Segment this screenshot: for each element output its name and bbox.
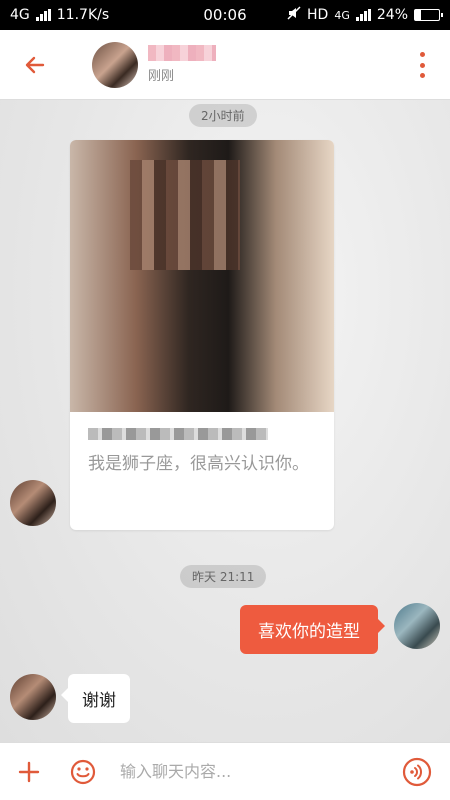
contact-status: 刚刚 bbox=[148, 69, 175, 84]
timestamp: 昨天 21:11 bbox=[180, 565, 267, 588]
plus-icon bbox=[18, 761, 40, 782]
contact-message-avatar[interactable] bbox=[10, 674, 56, 720]
signal-icon bbox=[35, 9, 51, 21]
network-speed: 11.7K/s bbox=[56, 7, 110, 23]
contact-message-bubble[interactable]: 谢谢 bbox=[61, 674, 130, 723]
contact-message-avatar[interactable] bbox=[10, 480, 56, 526]
card-intro-text: 我是狮子座，很高兴认识你。 bbox=[88, 454, 309, 474]
signal-icon-2 bbox=[355, 9, 371, 21]
my-message-bubble[interactable]: 喜欢你的造型 bbox=[240, 605, 385, 654]
smile-icon bbox=[70, 759, 96, 784]
more-dot-icon bbox=[419, 62, 425, 68]
network-type-2: 4G bbox=[334, 8, 350, 22]
caption-blurred bbox=[88, 428, 268, 440]
back-button[interactable] bbox=[0, 30, 70, 100]
arrow-left-icon bbox=[25, 56, 45, 73]
mute-icon bbox=[287, 6, 301, 24]
chat-area[interactable]: 2小时前 我是狮子座，很高兴认识你。 昨天 21:11 喜欢你的造型 谢谢 bbox=[0, 100, 450, 742]
more-dot-icon bbox=[419, 52, 425, 57]
contact-name-blurred bbox=[148, 45, 216, 61]
profile-photo[interactable] bbox=[70, 140, 334, 412]
timestamp: 2小时前 bbox=[189, 104, 257, 127]
pixelated-face bbox=[130, 160, 240, 270]
add-button[interactable] bbox=[0, 743, 58, 800]
battery-icon bbox=[414, 9, 443, 21]
battery-percent: 24% bbox=[376, 7, 408, 23]
emoji-button[interactable] bbox=[58, 743, 108, 800]
hd-label: HD bbox=[307, 7, 329, 23]
clock: 00:06 bbox=[203, 6, 247, 24]
my-avatar[interactable] bbox=[394, 603, 440, 649]
input-bar bbox=[0, 742, 450, 800]
more-options-button[interactable] bbox=[412, 52, 432, 78]
voice-icon bbox=[402, 757, 432, 786]
message-input[interactable] bbox=[108, 751, 384, 792]
chat-header: 刚刚 bbox=[0, 30, 450, 100]
profile-card[interactable]: 我是狮子座，很高兴认识你。 bbox=[70, 140, 334, 530]
contact-avatar[interactable] bbox=[92, 41, 138, 88]
more-dot-icon bbox=[419, 73, 425, 78]
status-bar: 4G 11.7K/s 00:06 HD 4G 24% bbox=[0, 0, 450, 30]
voice-button[interactable] bbox=[384, 743, 450, 800]
network-type: 4G bbox=[10, 7, 30, 23]
